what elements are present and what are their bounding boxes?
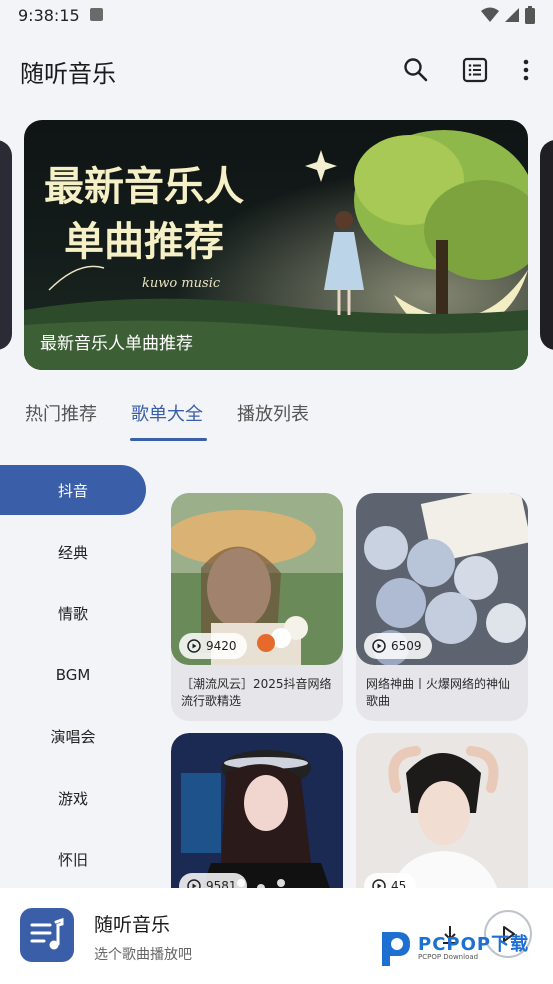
category-douyin[interactable]: 抖音	[0, 465, 146, 515]
battery-icon	[525, 6, 535, 24]
playlist-card[interactable]: 6509 网络神曲丨火爆网络的神仙歌曲	[356, 493, 528, 721]
playlist-title: ［潮流风云］2025抖音网络流行歌精选	[181, 677, 332, 708]
status-icons	[481, 6, 535, 24]
play-circle-icon	[187, 879, 201, 888]
more-vert-icon[interactable]	[512, 56, 540, 84]
playlist-card[interactable]: 9581	[171, 733, 343, 888]
list-icon[interactable]	[461, 56, 489, 84]
category-game[interactable]: 游戏	[0, 773, 146, 823]
notification-icon	[90, 8, 103, 21]
search-icon[interactable]	[402, 56, 430, 84]
playlist-title: 网络神曲丨火爆网络的神仙歌曲	[366, 677, 511, 708]
play-count: 45	[391, 879, 407, 888]
play-count-badge: 45	[364, 873, 417, 888]
banner-carousel: 最新音乐人 单曲推荐 kuwo music 最新音乐人单曲推荐	[0, 120, 553, 370]
tab-indicator	[130, 438, 207, 441]
play-circle-icon	[372, 639, 386, 653]
svg-text:单曲推荐: 单曲推荐	[64, 218, 224, 265]
playlist-cover	[171, 733, 343, 888]
category-love-songs[interactable]: 情歌	[0, 588, 146, 638]
play-circle-icon	[372, 879, 386, 888]
playlist-grid: 9420 ［潮流风云］2025抖音网络流行歌精选 6509 网络神曲丨火爆网络的…	[171, 493, 531, 888]
category-nostalgia[interactable]: 怀旧	[0, 834, 146, 884]
signal-icon	[505, 8, 519, 22]
wifi-icon	[481, 7, 499, 22]
playlist-card[interactable]: 45	[356, 733, 528, 888]
banner-card[interactable]: 最新音乐人 单曲推荐 kuwo music 最新音乐人单曲推荐	[24, 120, 528, 370]
play-count-badge: 9581	[179, 873, 247, 888]
app-bar: 随听音乐	[0, 40, 553, 100]
music-note-list-icon	[30, 917, 64, 950]
player-title: 随听音乐	[94, 914, 171, 936]
play-count-badge: 9420	[179, 633, 247, 659]
banner-caption: 最新音乐人单曲推荐	[40, 334, 193, 354]
status-bar: 9:38:15	[0, 0, 553, 32]
svg-text:kuwo music: kuwo music	[142, 276, 221, 291]
play-count: 6509	[391, 639, 422, 653]
app-title: 随听音乐	[20, 60, 116, 88]
player-artwork	[20, 908, 74, 962]
tab-queue[interactable]: 播放列表	[237, 400, 309, 426]
tab-playlists[interactable]: 歌单大全	[131, 400, 203, 426]
play-count: 9581	[206, 879, 237, 888]
play-count: 9420	[206, 639, 237, 653]
category-concert[interactable]: 演唱会	[0, 711, 146, 761]
player-subtitle: 选个歌曲播放吧	[94, 947, 192, 963]
svg-text:最新音乐人: 最新音乐人	[44, 163, 244, 210]
tab-hot[interactable]: 热门推荐	[25, 400, 97, 426]
tab-bar: 热门推荐 歌单大全 播放列表	[0, 392, 553, 442]
category-classic[interactable]: 经典	[0, 527, 146, 577]
watermark-text: PCPOP下载	[418, 933, 530, 955]
pcpop-logo-icon	[382, 932, 410, 966]
playlist-card[interactable]: 9420 ［潮流风云］2025抖音网络流行歌精选	[171, 493, 343, 721]
status-time: 9:38:15	[18, 6, 80, 25]
category-bgm[interactable]: BGM	[0, 650, 146, 700]
play-count-badge: 6509	[364, 633, 432, 659]
banner-prev-peek[interactable]	[0, 140, 12, 350]
play-circle-icon	[187, 639, 201, 653]
playlist-cover	[356, 733, 528, 888]
watermark: PCPOP下载 PCPOP Download	[378, 926, 529, 970]
watermark-subtext: PCPOP Download	[418, 952, 479, 961]
banner-next-peek[interactable]	[540, 140, 553, 350]
